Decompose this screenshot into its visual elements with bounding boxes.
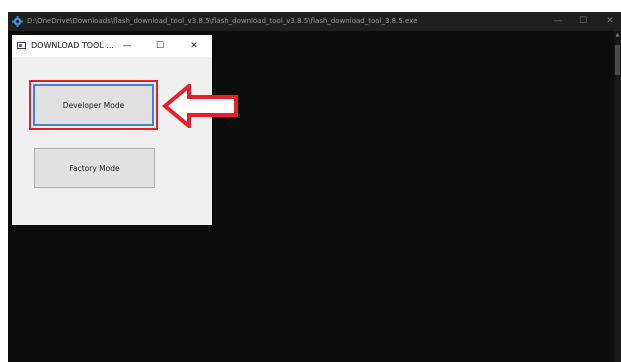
- console-title: D:\OneDrive\Downloads\flash_download_too…: [27, 17, 418, 25]
- dialog-minimize-button[interactable]: —: [118, 39, 136, 53]
- scroll-up-icon[interactable]: ▲: [614, 32, 621, 39]
- left-arrow-icon: [162, 84, 238, 128]
- download-tool-dialog: DOWNLOAD TOOL ... — ☐ ✕: [12, 35, 212, 225]
- factory-mode-button[interactable]: Factory Mode: [34, 148, 155, 188]
- console-scrollbar[interactable]: ▲: [614, 31, 621, 362]
- dialog-maximize-button[interactable]: ☐: [151, 39, 169, 53]
- console-maximize-button[interactable]: ☐: [569, 13, 597, 30]
- gear-icon: [12, 16, 23, 27]
- developer-mode-button[interactable]: Developer Mode: [33, 84, 154, 126]
- app-window-icon: [17, 42, 26, 49]
- dialog-title: DOWNLOAD TOOL ...: [31, 41, 114, 50]
- dialog-titlebar[interactable]: DOWNLOAD TOOL ... — ☐ ✕: [12, 35, 212, 57]
- console-minimize-button[interactable]: —: [544, 13, 572, 30]
- console-titlebar[interactable]: D:\OneDrive\Downloads\flash_download_too…: [8, 12, 621, 31]
- scroll-thumb[interactable]: [615, 45, 620, 75]
- console-close-button[interactable]: ✕: [596, 13, 621, 30]
- dialog-close-button[interactable]: ✕: [185, 39, 203, 53]
